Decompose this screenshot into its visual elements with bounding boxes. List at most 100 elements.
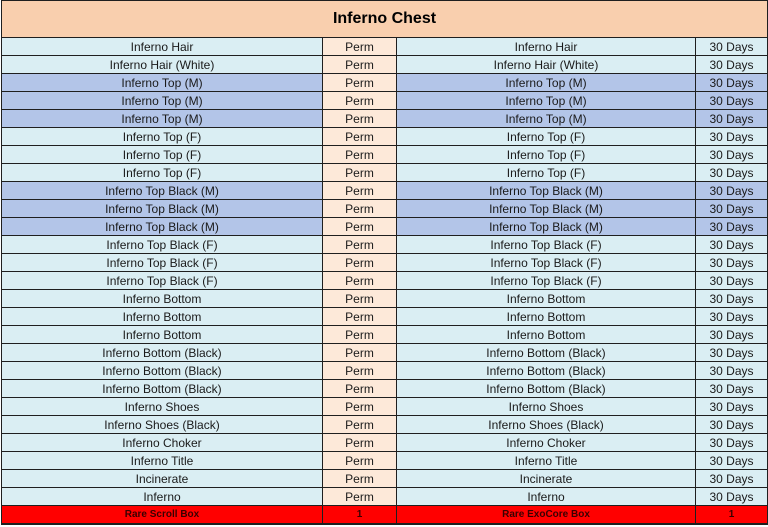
item-name-cell: Inferno Top (F) <box>396 163 696 182</box>
item-duration-cell: Perm <box>322 379 397 398</box>
table-row: Inferno Top (M) Perm Inferno Top (M) 30 Day… <box>1 73 768 92</box>
item-name-cell: Inferno Top Black (F) <box>396 235 696 254</box>
table-row: Inferno Bottom (Black) Perm Inferno Bottom… <box>1 343 768 362</box>
footer-row: Rare Scroll Box 1 Rare ExoCore Box 1 <box>1 505 768 525</box>
item-duration-cell: Perm <box>322 91 397 110</box>
item-name-cell: Inferno Bottom <box>396 289 696 308</box>
table-row: Inferno Top Black (M) Perm Inferno Top Bla… <box>1 217 768 236</box>
table-body: Inferno Chest Inferno Hair Perm Inferno Ha… <box>1 0 768 525</box>
title-row: Inferno Chest <box>1 0 768 38</box>
item-name-cell: Inferno Bottom (Black) <box>396 361 696 380</box>
item-name-cell: Inferno Top (M) <box>396 73 696 92</box>
item-name-cell: Inferno Hair (White) <box>396 55 696 74</box>
item-duration-cell: 30 Days <box>695 55 768 74</box>
item-name-cell: Inferno Shoes (Black) <box>396 415 696 434</box>
item-name-cell: Inferno Bottom <box>1 307 323 326</box>
item-duration-cell: 30 Days <box>695 433 768 452</box>
item-duration-cell: Perm <box>322 469 397 488</box>
item-name-cell: Inferno Choker <box>396 433 696 452</box>
item-duration-cell: Perm <box>322 487 397 506</box>
item-duration-cell: 30 Days <box>695 145 768 164</box>
item-name-cell: Inferno Top (M) <box>396 91 696 110</box>
item-duration-cell: 30 Days <box>695 415 768 434</box>
item-duration-cell: 30 Days <box>695 91 768 110</box>
table-row: Inferno Top (F) Perm Inferno Top (F) 30 Day… <box>1 145 768 164</box>
footer-item-cell: Rare ExoCore Box <box>396 505 696 525</box>
item-duration-cell: 30 Days <box>695 379 768 398</box>
item-duration-cell: 30 Days <box>695 181 768 200</box>
table-row: Inferno Top Black (F) Perm Inferno Top Bla… <box>1 235 768 254</box>
item-duration-cell: Perm <box>322 73 397 92</box>
item-duration-cell: Perm <box>322 415 397 434</box>
item-name-cell: Inferno Choker <box>1 433 323 452</box>
item-name-cell: Inferno Bottom <box>1 289 323 308</box>
item-name-cell: Inferno Bottom <box>1 325 323 344</box>
table-row: Incinerate Perm Incinerate 30 Days <box>1 469 768 488</box>
item-duration-cell: 30 Days <box>695 73 768 92</box>
table-title: Inferno Chest <box>1 0 768 38</box>
item-name-cell: Inferno Hair <box>1 37 323 56</box>
item-duration-cell: 30 Days <box>695 343 768 362</box>
item-name-cell: Inferno <box>396 487 696 506</box>
inferno-chest-table: Inferno Chest Inferno Hair Perm Inferno Ha… <box>1 0 768 525</box>
item-duration-cell: Perm <box>322 289 397 308</box>
item-duration-cell: Perm <box>322 145 397 164</box>
item-duration-cell: 30 Days <box>695 253 768 272</box>
item-duration-cell: 30 Days <box>695 451 768 470</box>
table-row: Inferno Top Black (M) Perm Inferno Top Bla… <box>1 199 768 218</box>
item-name-cell: Inferno Shoes <box>1 397 323 416</box>
table-row: Inferno Choker Perm Inferno Choker 30 Days <box>1 433 768 452</box>
item-duration-cell: Perm <box>322 127 397 146</box>
item-name-cell: Inferno Top (M) <box>1 73 323 92</box>
item-name-cell: Inferno Top (F) <box>396 145 696 164</box>
item-duration-cell: 30 Days <box>695 271 768 290</box>
item-name-cell: Inferno Top Black (M) <box>1 181 323 200</box>
footer-qty-cell: 1 <box>695 505 768 525</box>
item-name-cell: Inferno Top Black (F) <box>396 253 696 272</box>
item-duration-cell: Perm <box>322 343 397 362</box>
table-row: Inferno Shoes Perm Inferno Shoes 30 Days <box>1 397 768 416</box>
item-duration-cell: Perm <box>322 361 397 380</box>
table-row: Inferno Top (M) Perm Inferno Top (M) 30 Day… <box>1 109 768 128</box>
table-row: Inferno Hair (White) Perm Inferno Hair (Wh… <box>1 55 768 74</box>
item-duration-cell: 30 Days <box>695 235 768 254</box>
item-name-cell: Inferno Title <box>396 451 696 470</box>
item-duration-cell: Perm <box>322 307 397 326</box>
item-duration-cell: 30 Days <box>695 325 768 344</box>
item-name-cell: Inferno Top Black (M) <box>396 181 696 200</box>
item-duration-cell: 30 Days <box>695 217 768 236</box>
item-name-cell: Inferno Top (F) <box>1 127 323 146</box>
item-duration-cell: 30 Days <box>695 127 768 146</box>
table-row: Inferno Top Black (F) Perm Inferno Top Bla… <box>1 253 768 272</box>
item-name-cell: Inferno Hair <box>396 37 696 56</box>
item-name-cell: Inferno Shoes <box>396 397 696 416</box>
item-duration-cell: 30 Days <box>695 289 768 308</box>
item-name-cell: Inferno Bottom (Black) <box>396 343 696 362</box>
table-row: Inferno Perm Inferno 30 Days <box>1 487 768 506</box>
item-name-cell: Incinerate <box>1 469 323 488</box>
item-duration-cell: 30 Days <box>695 199 768 218</box>
item-duration-cell: Perm <box>322 217 397 236</box>
footer-qty-cell: 1 <box>322 505 397 525</box>
item-duration-cell: Perm <box>322 199 397 218</box>
item-duration-cell: Perm <box>322 163 397 182</box>
item-name-cell: Inferno Bottom (Black) <box>1 361 323 380</box>
table-row: Inferno Hair Perm Inferno Hair 30 Days <box>1 37 768 56</box>
table-row: Inferno Top Black (F) Perm Inferno Top Bla… <box>1 271 768 290</box>
footer-item-cell: Rare Scroll Box <box>1 505 323 525</box>
item-duration-cell: 30 Days <box>695 469 768 488</box>
table-row: Inferno Bottom Perm Inferno Bottom 30 Days <box>1 325 768 344</box>
item-name-cell: Inferno Top Black (F) <box>1 271 323 290</box>
item-name-cell: Inferno Shoes (Black) <box>1 415 323 434</box>
item-name-cell: Inferno Title <box>1 451 323 470</box>
item-duration-cell: 30 Days <box>695 487 768 506</box>
item-name-cell: Inferno <box>1 487 323 506</box>
item-name-cell: Inferno Top Black (M) <box>1 217 323 236</box>
item-name-cell: Inferno Top Black (F) <box>396 271 696 290</box>
item-name-cell: Inferno Top Black (M) <box>396 217 696 236</box>
item-name-cell: Inferno Top (M) <box>1 91 323 110</box>
table-row: Inferno Title Perm Inferno Title 30 Days <box>1 451 768 470</box>
item-name-cell: Inferno Bottom (Black) <box>1 379 323 398</box>
item-duration-cell: Perm <box>322 433 397 452</box>
item-name-cell: Inferno Top (F) <box>396 127 696 146</box>
